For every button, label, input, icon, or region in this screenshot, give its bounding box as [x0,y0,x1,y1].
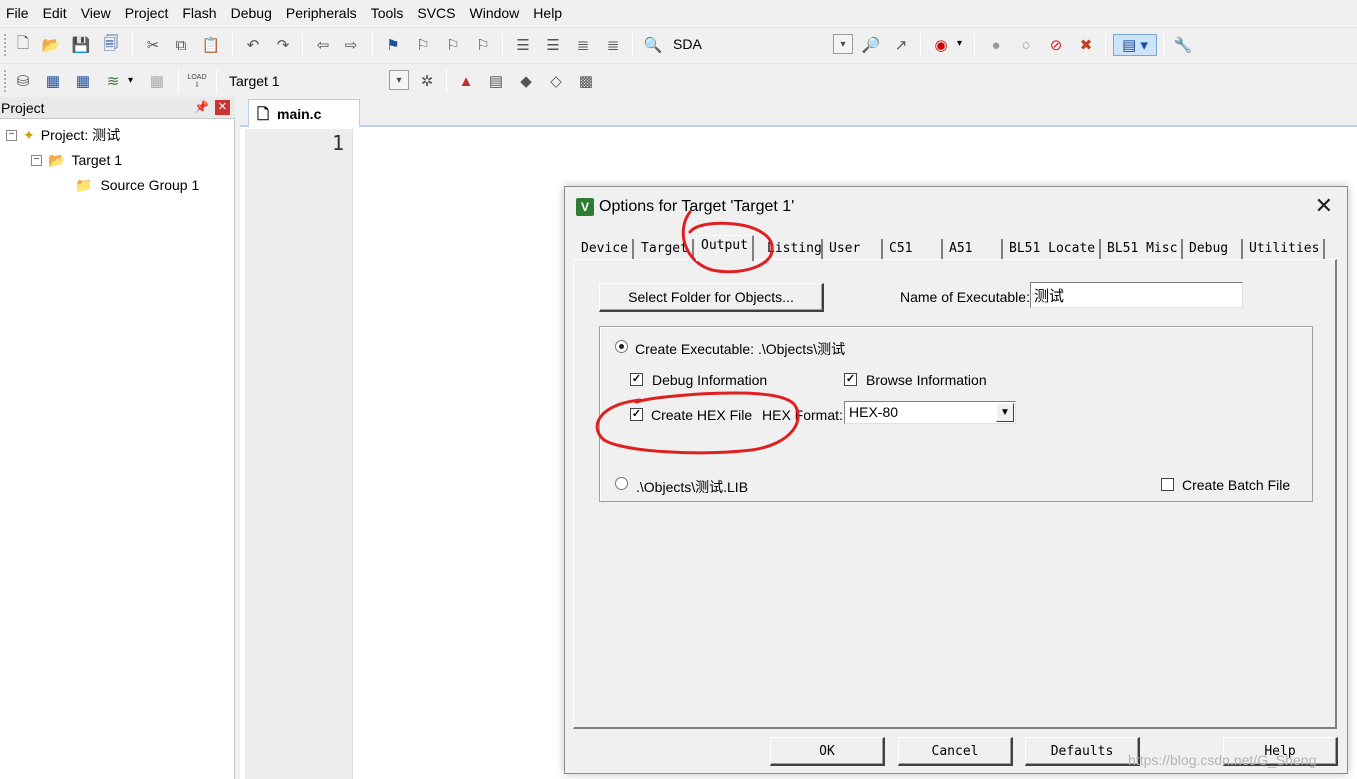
annotation-circle-hex [595,391,800,455]
watermark: https://blog.csdn.net/G_Sheng [1128,752,1317,768]
annotation-overlay [595,210,800,455]
tab-output[interactable]: Output [696,235,754,261]
